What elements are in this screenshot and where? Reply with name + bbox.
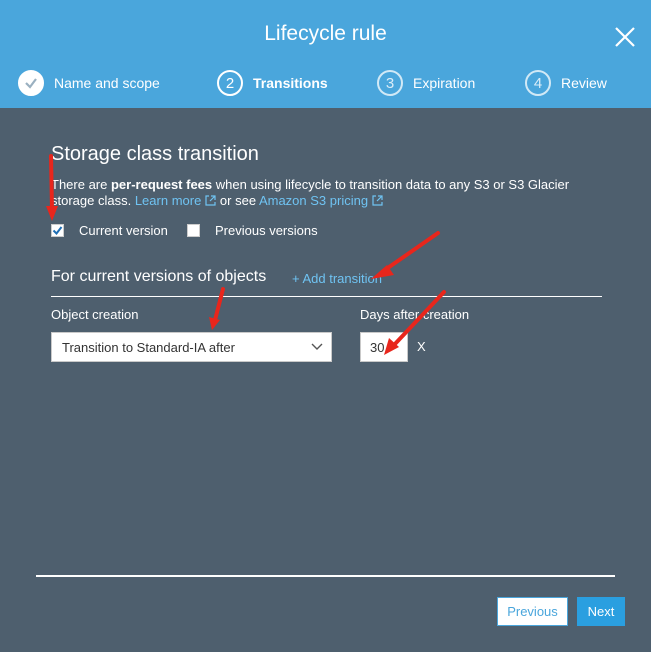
step-expiration[interactable]: 3 Expiration — [377, 70, 475, 96]
previous-button[interactable]: Previous — [497, 597, 568, 626]
days-after-creation-label: Days after creation — [360, 307, 470, 322]
step-transitions[interactable]: 2 Transitions — [217, 70, 328, 96]
modal-title: Lifecycle rule — [264, 22, 387, 45]
per-request-fees-text: per-request fees — [110, 177, 213, 192]
step-number: 4 — [525, 70, 551, 96]
transition-select[interactable]: Transition to Standard-IA after — [51, 332, 332, 362]
transition-select-value: Transition to Standard-IA after — [62, 339, 235, 355]
step-label: Name and scope — [54, 75, 160, 91]
chevron-down-icon — [311, 343, 323, 350]
previous-versions-checkbox[interactable] — [187, 224, 200, 237]
step-review[interactable]: 4 Review — [525, 70, 607, 96]
previous-versions-label: Previous versions — [215, 223, 318, 238]
external-link-icon — [205, 195, 216, 206]
days-input-value: 30 — [370, 339, 385, 355]
current-version-label: Current version — [79, 223, 168, 238]
object-creation-label: Object creation — [51, 307, 139, 322]
next-button[interactable]: Next — [577, 597, 625, 626]
checkmark-icon — [52, 226, 63, 236]
section-description: There are per-request fees when using li… — [51, 177, 570, 208]
step-number: 2 — [217, 70, 243, 96]
current-version-option[interactable]: Current version — [51, 223, 168, 238]
close-icon[interactable] — [612, 24, 638, 50]
step-label: Expiration — [413, 75, 476, 91]
divider — [51, 296, 602, 297]
previous-versions-option[interactable]: Previous versions — [187, 223, 318, 238]
step-name-and-scope[interactable]: Name and scope — [18, 70, 160, 96]
footer-divider — [36, 575, 615, 577]
current-version-checkbox[interactable] — [51, 224, 64, 237]
current-versions-title: For current versions of objects — [51, 268, 267, 285]
s3-pricing-link[interactable]: Amazon S3 pricing — [259, 193, 383, 208]
step-label: Review — [561, 75, 607, 91]
checkmark-icon — [18, 70, 44, 96]
background-strip — [0, 652, 651, 656]
step-number: 3 — [377, 70, 403, 96]
external-link-icon — [372, 195, 383, 206]
modal-header: Lifecycle rule Name and scope 2 Transiti… — [0, 0, 651, 108]
add-transition-link[interactable]: + Add transition — [292, 271, 382, 286]
days-input[interactable]: 30 — [360, 332, 408, 362]
learn-more-link[interactable]: Learn more — [135, 193, 216, 208]
step-label: Transitions — [253, 75, 328, 91]
remove-transition-button[interactable]: X — [417, 339, 426, 354]
section-title: Storage class transition — [51, 143, 259, 165]
